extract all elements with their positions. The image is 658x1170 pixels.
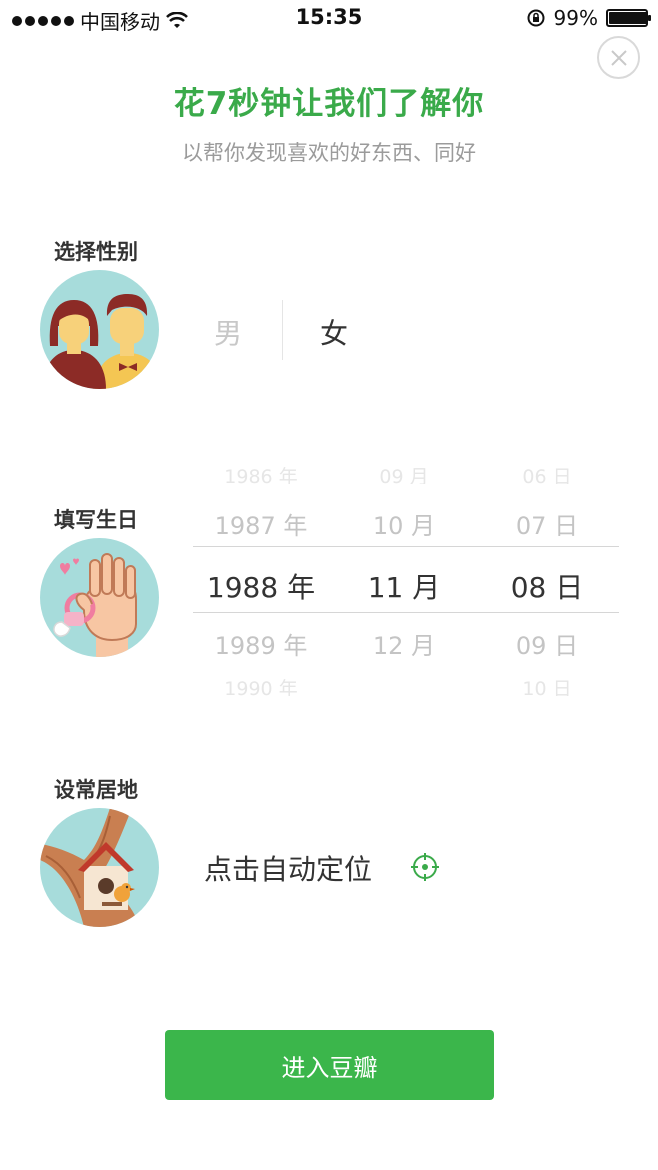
picker-month-12[interactable]: 12 月 bbox=[324, 626, 484, 661]
picker-year-1987[interactable]: 1987 年 bbox=[181, 506, 341, 541]
baby-hand-avatar-icon bbox=[40, 538, 159, 657]
couple-avatar-icon bbox=[40, 270, 159, 389]
picker-day-07[interactable]: 07 日 bbox=[467, 506, 627, 541]
picker-month-09[interactable]: 09 月 bbox=[324, 462, 484, 484]
birdhouse-avatar-icon bbox=[40, 808, 159, 927]
battery-level bbox=[609, 12, 647, 24]
picker-year-1986[interactable]: 1986 年 bbox=[181, 462, 341, 484]
picker-month-11[interactable]: 11 月 bbox=[324, 566, 484, 606]
auto-locate-button[interactable]: 点击自动定位 bbox=[204, 848, 372, 888]
picker-day-09[interactable]: 09 日 bbox=[467, 626, 627, 661]
picker-day-10[interactable]: 10 日 bbox=[467, 674, 627, 696]
enter-douban-button[interactable]: 进入豆瓣 bbox=[165, 1030, 494, 1100]
page-subtitle: 以帮你发现喜欢的好东西、同好 bbox=[182, 141, 476, 165]
picker-year-1988[interactable]: 1988 年 bbox=[181, 566, 341, 606]
status-right: 99% bbox=[526, 6, 651, 30]
picker-top-line bbox=[193, 546, 619, 547]
picker-year-1989[interactable]: 1989 年 bbox=[181, 626, 341, 661]
close-button[interactable] bbox=[597, 36, 640, 79]
picker-month-10[interactable]: 10 月 bbox=[324, 506, 484, 541]
picker-year-1990[interactable]: 1990 年 bbox=[181, 674, 341, 696]
picker-day-08[interactable]: 08 日 bbox=[467, 566, 627, 606]
picker-bottom-line bbox=[193, 612, 619, 613]
gender-option-male[interactable]: 男 bbox=[214, 312, 242, 352]
location-section-label: 设常居地 bbox=[54, 778, 138, 802]
rotation-lock-icon bbox=[527, 9, 545, 27]
status-bar: 中国移动 15:35 99% bbox=[0, 0, 658, 38]
birthday-section-label: 填写生日 bbox=[54, 508, 138, 532]
page-title: 花7秒钟让我们了解你 bbox=[173, 86, 485, 122]
picker-day-06[interactable]: 06 日 bbox=[467, 462, 627, 484]
gender-section-label: 选择性别 bbox=[54, 240, 138, 264]
gender-option-female[interactable]: 女 bbox=[320, 312, 348, 352]
battery-percent: 99% bbox=[553, 6, 598, 30]
gender-divider bbox=[282, 300, 283, 360]
battery-icon bbox=[606, 9, 651, 27]
birthday-picker[interactable]: 1986 年 09 月 06 日 1987 年 10 月 07 日 1988 年 11 月 08… bbox=[193, 462, 619, 696]
close-icon bbox=[610, 49, 627, 66]
locate-icon[interactable] bbox=[410, 852, 440, 882]
